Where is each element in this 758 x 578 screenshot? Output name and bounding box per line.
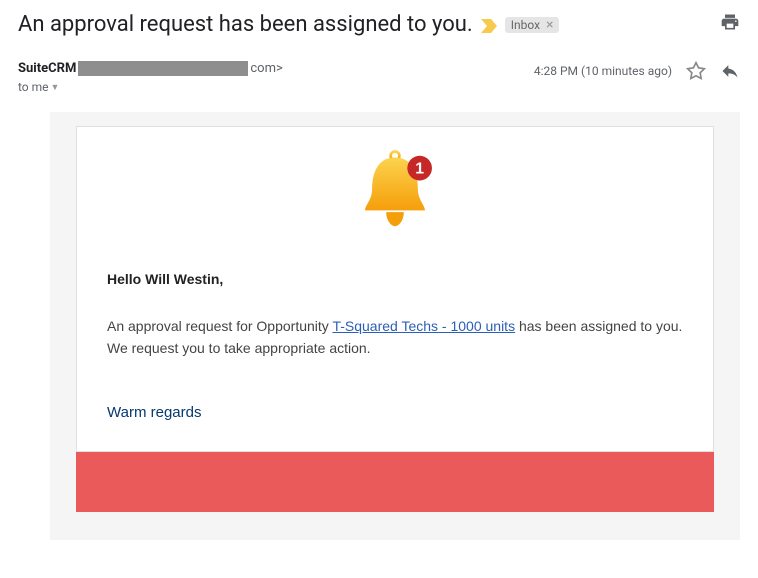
close-icon[interactable]: ×: [546, 18, 556, 32]
badge-count: 1: [415, 160, 424, 177]
recipient-line[interactable]: to me ▼: [18, 80, 283, 94]
email-header: An approval request has been assigned to…: [0, 0, 758, 37]
body-prefix: An approval request for Opportunity: [107, 318, 332, 334]
signoff-text: Warm regards: [107, 404, 683, 421]
timestamp: 4:28 PM (10 minutes ago): [534, 64, 672, 78]
important-marker-icon[interactable]: [481, 18, 497, 32]
subject-line: An approval request has been assigned to…: [18, 12, 720, 37]
to-text: to me: [18, 80, 49, 94]
reply-icon[interactable]: [720, 61, 740, 81]
right-meta: 4:28 PM (10 minutes ago): [534, 61, 740, 81]
chevron-down-icon: ▼: [51, 82, 60, 93]
star-icon[interactable]: [686, 61, 706, 81]
red-footer-bar: [76, 452, 714, 512]
sender-name: SuiteCRM: [18, 61, 76, 76]
inbox-label-text: Inbox: [511, 18, 540, 32]
notification-bell-wrap: 1: [77, 127, 713, 259]
email-body-container: 1 Hello Will Westin, An approval request…: [50, 112, 740, 540]
bell-icon: 1: [351, 147, 439, 235]
sender-block: SuiteCRM com> to me ▼: [18, 61, 283, 94]
card-content: Hello Will Westin, An approval request f…: [77, 259, 713, 451]
email-content-card: 1 Hello Will Westin, An approval request…: [76, 126, 714, 452]
email-meta-row: SuiteCRM com> to me ▼ 4:28 PM (10 minutes…: [0, 37, 758, 100]
print-icon[interactable]: [720, 12, 740, 32]
opportunity-link[interactable]: T-Squared Techs - 1000 units: [332, 318, 515, 334]
body-text: An approval request for Opportunity T-Sq…: [107, 315, 683, 360]
sender-domain: com>: [250, 61, 282, 76]
inbox-label-chip[interactable]: Inbox ×: [505, 17, 559, 33]
greeting-text: Hello Will Westin,: [107, 271, 683, 287]
redacted-bar: [78, 61, 248, 76]
email-subject: An approval request has been assigned to…: [18, 12, 473, 37]
